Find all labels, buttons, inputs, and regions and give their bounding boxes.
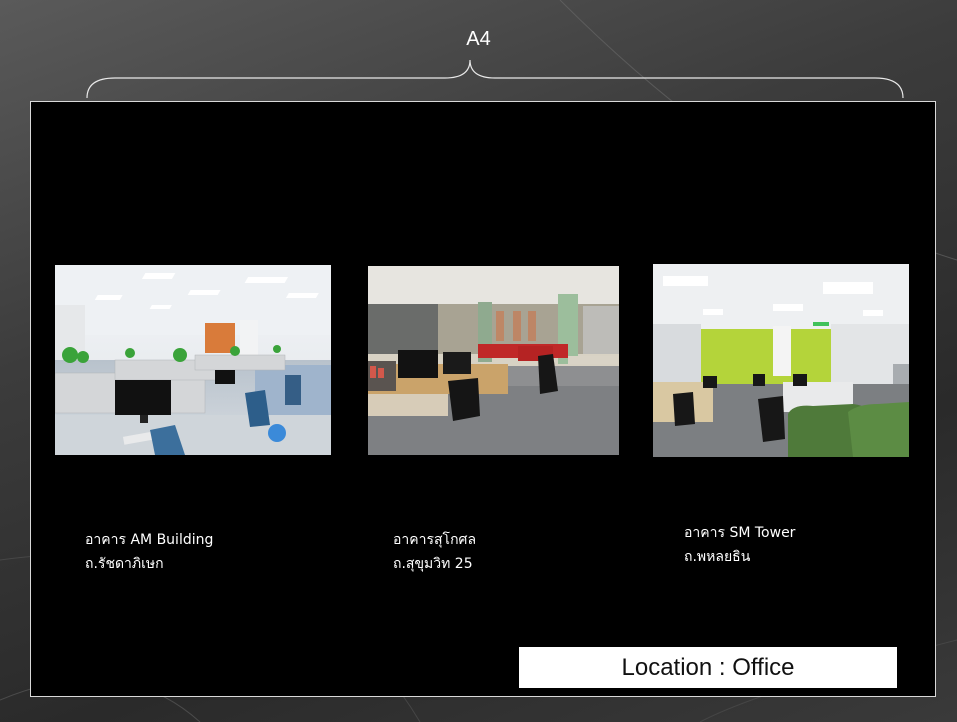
- curly-brace: [86, 59, 904, 99]
- office-photo-sukosol: [368, 266, 619, 455]
- office-photo-am-building: [55, 265, 331, 455]
- road-name: ถ.พหลยธิน: [684, 549, 751, 565]
- building-name: อาคาร AM Building: [85, 532, 214, 548]
- office-photo-sm-tower: [653, 264, 909, 457]
- office-photo-icon: [653, 264, 909, 457]
- building-name: อาคาร SM Tower: [684, 525, 796, 541]
- road-name: ถ.สุขุมวิท 25: [393, 556, 473, 572]
- slide-title: A4: [466, 28, 491, 50]
- office-caption-3: อาคาร SM Tower ถ.พหลยธิน: [684, 521, 795, 569]
- office-photo-icon: [55, 265, 331, 455]
- office-caption-1: อาคาร AM Building ถ.รัชดาภิเษก: [85, 528, 213, 576]
- location-label: Location : Office: [519, 647, 897, 688]
- office-photo-icon: [368, 266, 619, 455]
- office-caption-2: อาคารสุโกศล ถ.สุขุมวิท 25: [393, 528, 476, 576]
- building-name: อาคารสุโกศล: [393, 532, 477, 548]
- road-name: ถ.รัชดาภิเษก: [85, 556, 164, 572]
